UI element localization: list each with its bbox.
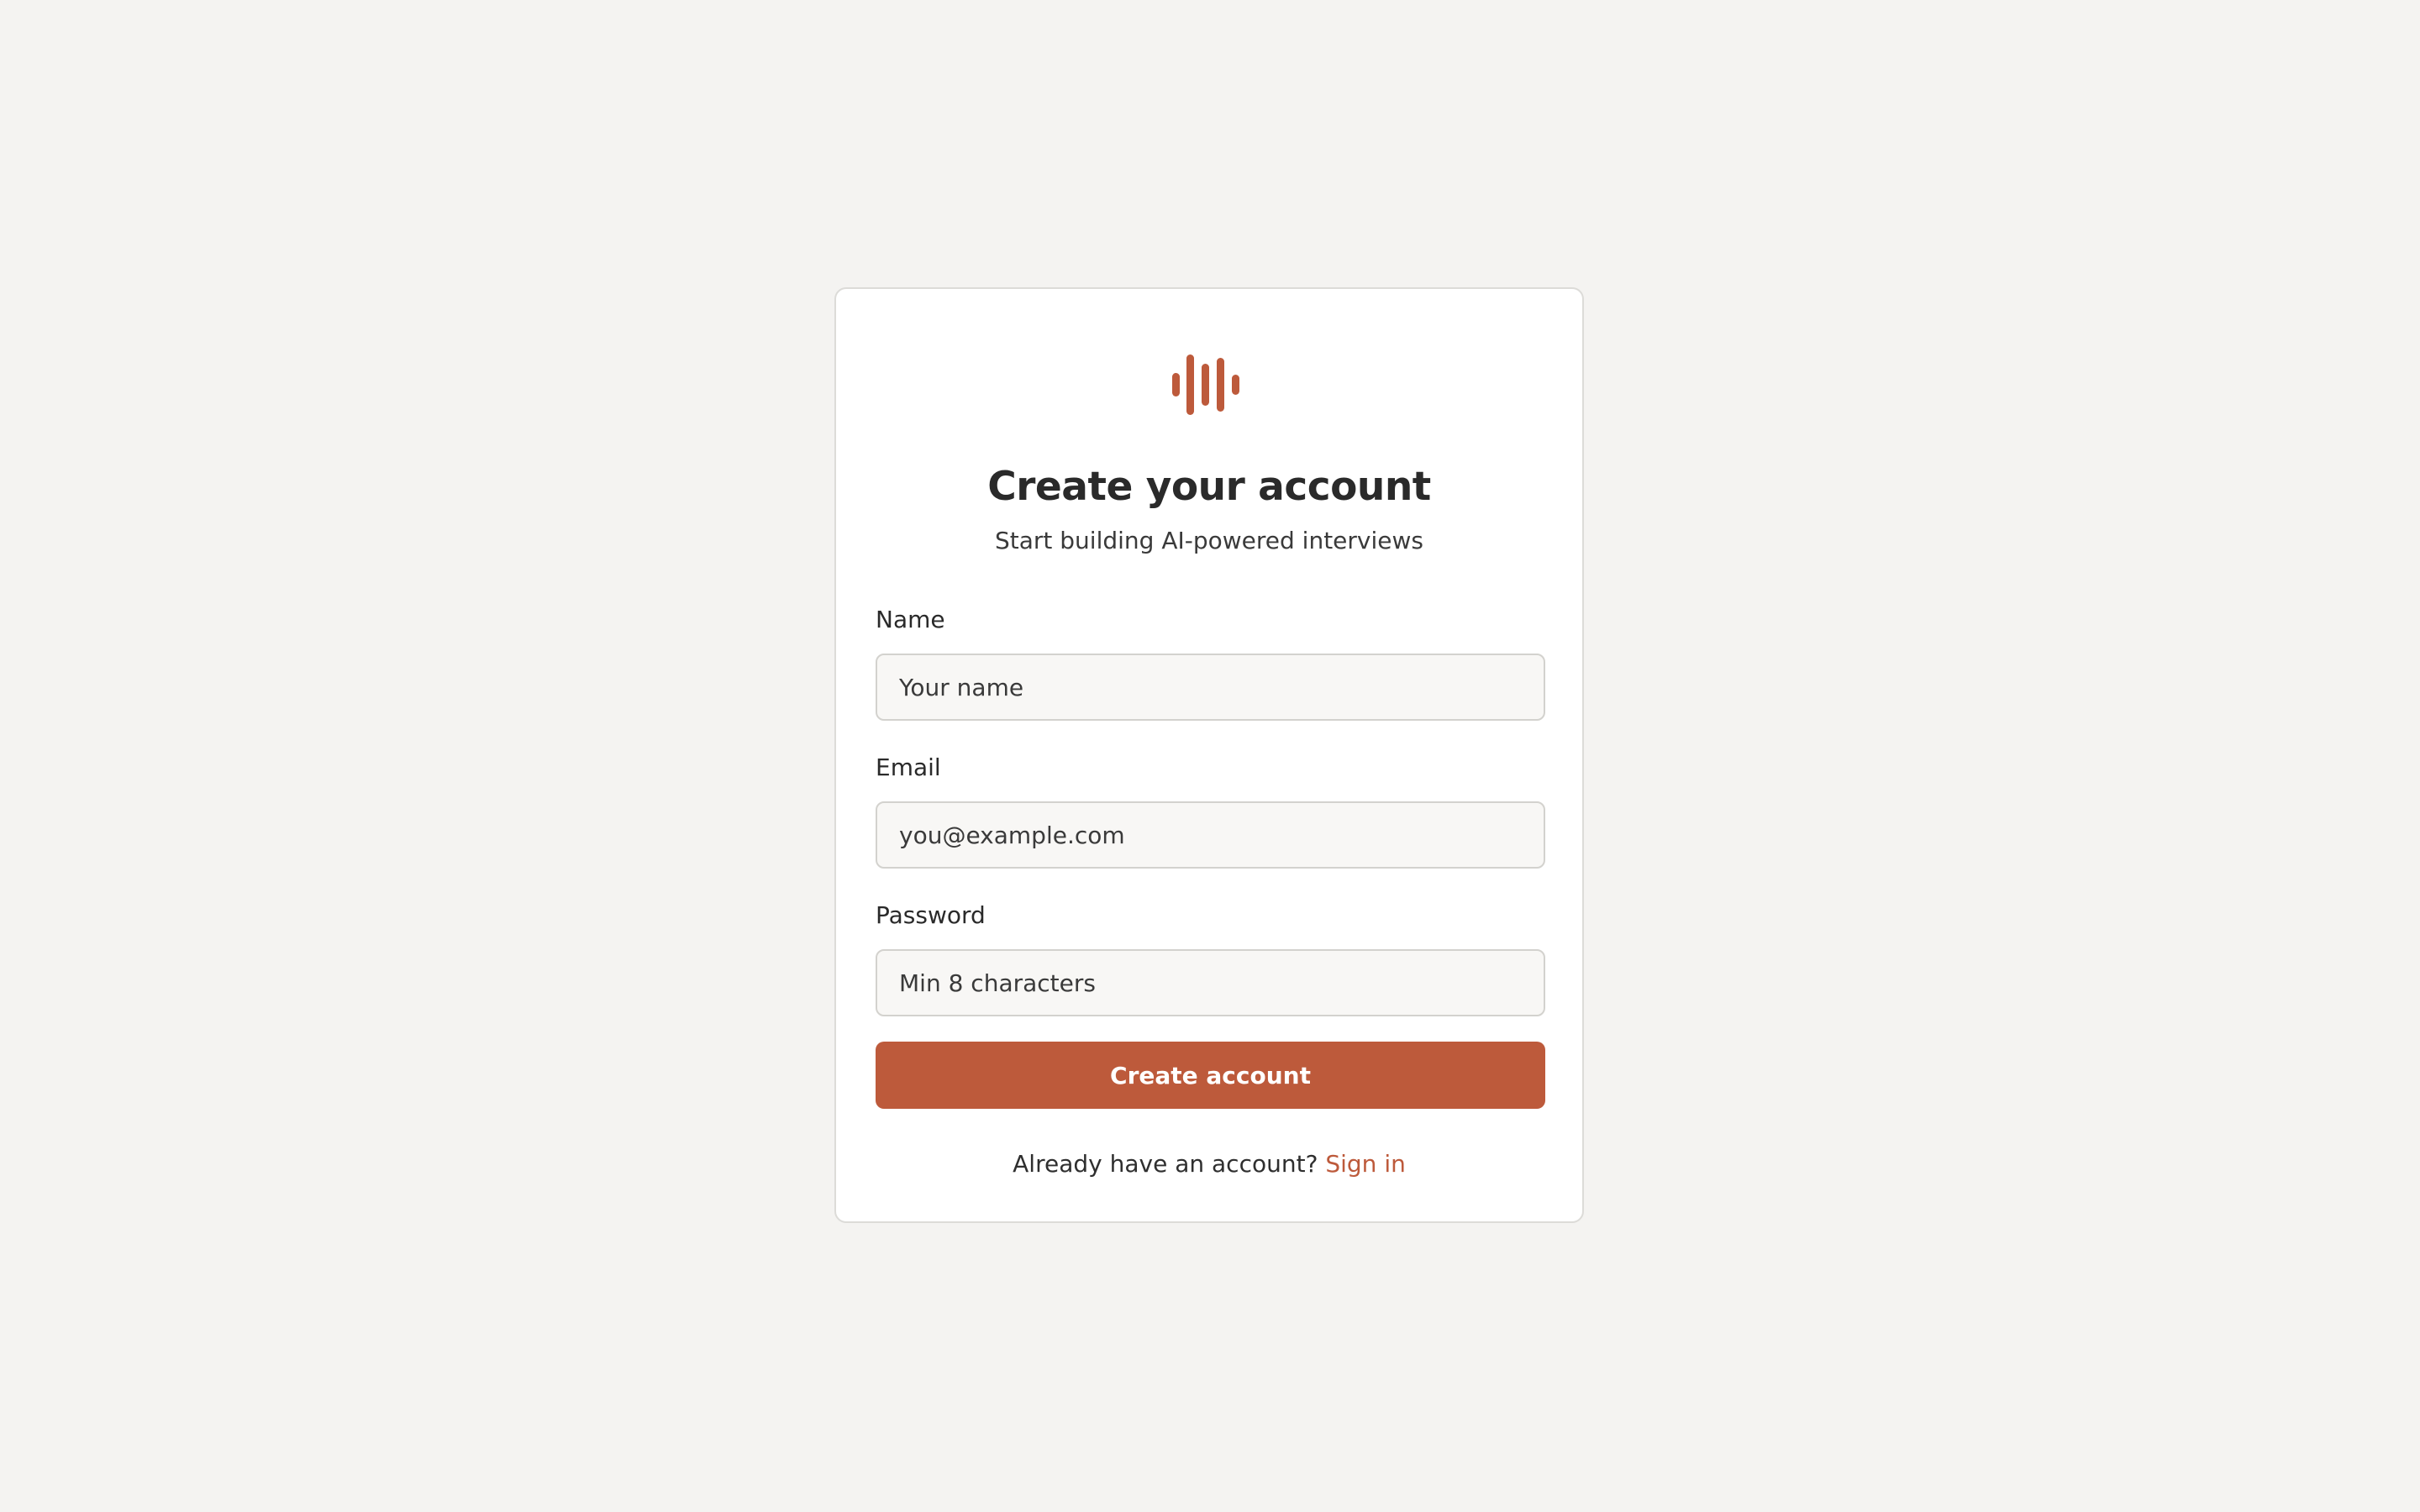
password-input[interactable] [876,949,1545,1016]
page-subtitle: Start building AI-powered interviews [994,527,1423,554]
name-input[interactable] [876,654,1545,721]
page-title: Create your account [987,464,1431,510]
waveform-icon [1172,354,1239,415]
password-label: Password [876,901,986,929]
email-label: Email [876,753,941,781]
sign-in-link[interactable]: Sign in [1325,1150,1406,1178]
signin-prompt: Already have an account? Sign in [836,1149,1582,1179]
signup-card: Create your account Start building AI-po… [834,287,1584,1223]
email-input[interactable] [876,801,1545,869]
create-account-button[interactable]: Create account [876,1042,1545,1109]
name-label-text: Name [876,606,945,633]
signup-page: Create your account Start building AI-po… [0,0,2420,1512]
signin-prompt-text: Already have an account? [1013,1150,1326,1178]
